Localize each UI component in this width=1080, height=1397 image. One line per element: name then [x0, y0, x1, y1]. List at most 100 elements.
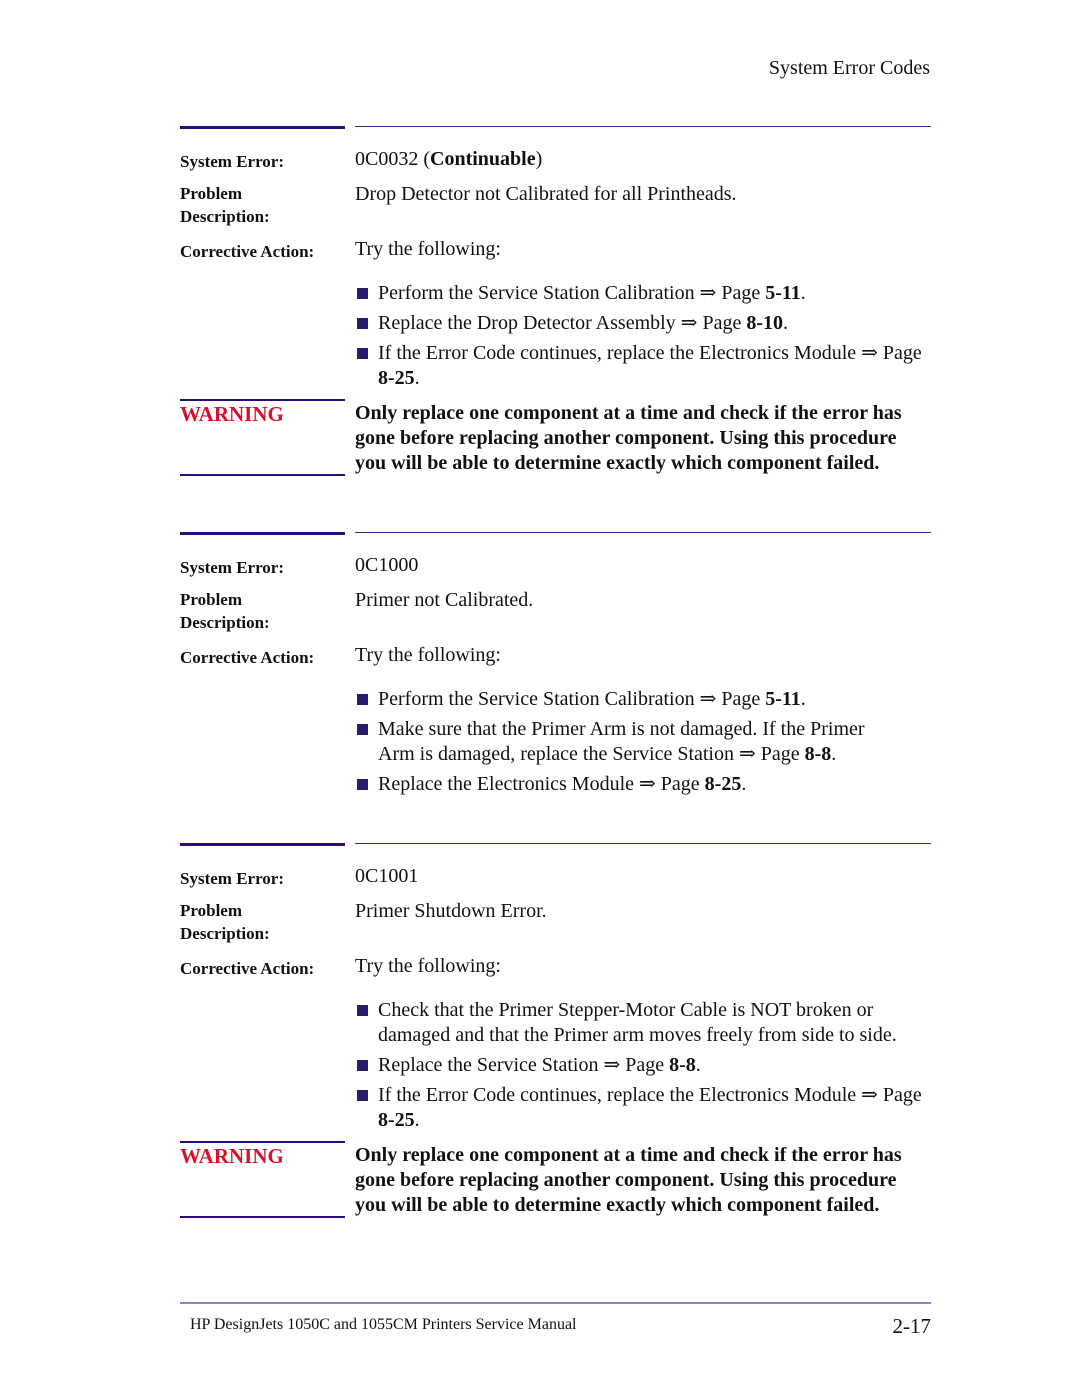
action-end: .: [414, 1109, 420, 1131]
bullet-square-icon: [357, 318, 368, 329]
running-head: System Error Codes: [768, 57, 930, 79]
action-text: If the Error Code continues, replace the…: [378, 342, 922, 364]
error-section-0c0032: System Error: 0C0032 (Continuable) Probl…: [180, 126, 931, 477]
problem-label-line1: Problem: [180, 901, 243, 920]
action-end: .: [783, 312, 788, 334]
error-qualifier: Continuable: [430, 148, 536, 170]
warning-text: Only replace one component at a time and…: [355, 1144, 902, 1216]
section-rule: [180, 532, 931, 536]
problem-row: Problem Description: Primer not Calibrate…: [180, 588, 931, 634]
action-intro: Try the following:: [355, 644, 501, 666]
action-end: .: [800, 688, 806, 710]
action-item: If the Error Code continues, replace the…: [355, 1083, 931, 1133]
action-item: Perform the Service Station Calibration …: [355, 687, 931, 712]
page-reference-link[interactable]: 8-25: [705, 773, 742, 795]
system-error-row: System Error: 0C1001: [180, 864, 931, 890]
warning-rule-top: [180, 1141, 345, 1143]
warning-rule-bottom: [180, 474, 345, 476]
system-error-label: System Error:: [180, 869, 285, 888]
action-list-row: Perform the Service Station Calibration …: [180, 281, 931, 396]
action-text: Check that the Primer Stepper-Motor Cabl…: [378, 999, 897, 1046]
action-intro: Try the following:: [355, 238, 501, 260]
page-reference-link[interactable]: 8-8: [669, 1054, 696, 1076]
problem-description: Primer Shutdown Error.: [355, 900, 547, 922]
action-item: If the Error Code continues, replace the…: [355, 341, 931, 391]
footer-manual-title: HP DesignJets 1050C and 1055CM Printers …: [190, 1316, 577, 1333]
action-list-row: Check that the Primer Stepper-Motor Cabl…: [180, 998, 931, 1138]
problem-description: Primer not Calibrated.: [355, 589, 534, 611]
rule-right: [355, 843, 931, 844]
action-item: Replace the Drop Detector Assembly ⇒ Pag…: [355, 311, 931, 336]
action-item: Perform the Service Station Calibration …: [355, 281, 931, 306]
action-end: .: [800, 282, 806, 304]
page-reference-link[interactable]: 8-25: [378, 1109, 415, 1131]
bullet-square-icon: [357, 348, 368, 359]
system-error-row: System Error: 0C1000: [180, 553, 931, 579]
action-list: Perform the Service Station Calibration …: [355, 281, 931, 396]
page-reference-link[interactable]: 5-11: [765, 688, 801, 710]
problem-label-line1: Problem: [180, 184, 243, 203]
rule-left: [180, 126, 345, 129]
action-item: Check that the Primer Stepper-Motor Cabl…: [355, 998, 931, 1048]
error-section-0c1001: System Error: 0C1001 Problem Description:…: [180, 843, 931, 1219]
paren-close: ): [535, 148, 543, 170]
warning-text: Only replace one component at a time and…: [355, 402, 902, 474]
corrective-action-label: Corrective Action:: [180, 648, 315, 667]
system-error-code: 0C0032 (Continuable): [355, 147, 931, 173]
warning-label-box: WARNING: [180, 1141, 345, 1219]
problem-label-line2: Description:: [180, 207, 270, 226]
action-list-row: Perform the Service Station Calibration …: [180, 687, 931, 802]
action-text: Replace the Service Station ⇒ Page: [378, 1054, 670, 1076]
system-error-label: System Error:: [180, 558, 285, 577]
system-error-code: 0C1000: [355, 554, 419, 576]
warning-label: WARNING: [180, 402, 284, 426]
page-reference-link[interactable]: 8-8: [805, 743, 832, 765]
warning-label: WARNING: [180, 1144, 284, 1168]
problem-label: Problem Description:: [180, 588, 355, 634]
action-text: If the Error Code continues, replace the…: [378, 1084, 922, 1106]
action-intro: Try the following:: [355, 955, 501, 977]
page-reference-link[interactable]: 5-11: [765, 282, 801, 304]
page-reference-link[interactable]: 8-10: [746, 312, 783, 334]
problem-label: Problem Description:: [180, 182, 355, 228]
action-end: .: [741, 773, 747, 795]
problem-label-line1: Problem: [180, 590, 243, 609]
action-end: .: [695, 1054, 701, 1076]
problem-row: Problem Description: Drop Detector not Ca…: [180, 182, 931, 228]
rule-left: [180, 843, 345, 846]
system-error-row: System Error: 0C0032 (Continuable): [180, 147, 931, 173]
rule-right: [355, 532, 931, 533]
section-rule: [180, 843, 931, 847]
system-error-label: System Error:: [180, 152, 285, 171]
action-text: Perform the Service Station Calibration …: [378, 688, 766, 710]
warning-block: WARNING Only replace one component at a …: [180, 399, 931, 477]
page-reference-link[interactable]: 8-25: [378, 367, 415, 389]
bullet-square-icon: [357, 1005, 368, 1016]
problem-row: Problem Description: Primer Shutdown Erro…: [180, 899, 931, 945]
action-text: Replace the Electronics Module ⇒ Page: [378, 773, 705, 795]
footer-rule: [180, 1302, 931, 1304]
rule-left: [180, 532, 345, 535]
action-item: Make sure that the Primer Arm is not dam…: [355, 717, 931, 767]
error-code: 0C0032: [355, 148, 419, 170]
action-end: .: [831, 743, 837, 765]
action-end: .: [414, 367, 420, 389]
section-rule: [180, 126, 931, 130]
bullet-square-icon: [357, 1090, 368, 1101]
page-number: 2-17: [892, 1314, 932, 1338]
warning-rule-top: [180, 399, 345, 401]
action-text: Make sure that the Primer Arm is not dam…: [378, 718, 865, 765]
warning-label-box: WARNING: [180, 399, 345, 477]
problem-description: Drop Detector not Calibrated for all Pri…: [355, 183, 737, 205]
bullet-square-icon: [357, 1060, 368, 1071]
warning-rule-bottom: [180, 1216, 345, 1218]
action-item: Replace the Service Station ⇒ Page 8-8.: [355, 1053, 931, 1078]
action-list: Check that the Primer Stepper-Motor Cabl…: [355, 998, 931, 1138]
action-text: Perform the Service Station Calibration …: [378, 282, 766, 304]
page-footer: HP DesignJets 1050C and 1055CM Printers …: [180, 1302, 931, 1338]
problem-label-line2: Description:: [180, 924, 270, 943]
problem-label: Problem Description:: [180, 899, 355, 945]
